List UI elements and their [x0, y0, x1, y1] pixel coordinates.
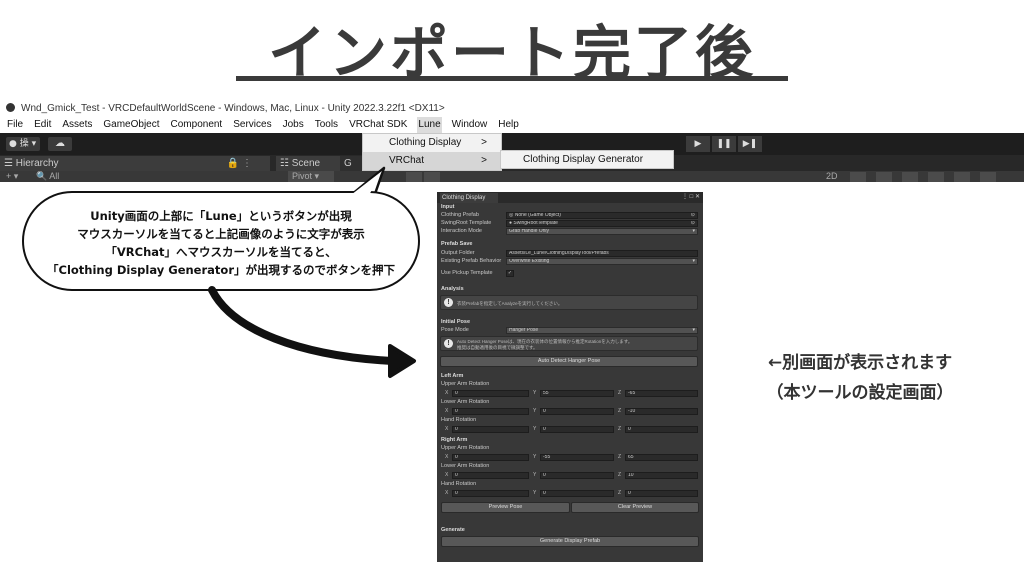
output-folder-field[interactable]: Assets/Le_Lune/ClothingDisplayTool/Prefa…	[506, 250, 698, 257]
axis-x-label: X	[445, 472, 449, 478]
field-value: SwingRootTemplate	[513, 220, 558, 226]
right-lower-x-field[interactable]: 0	[452, 472, 529, 479]
analysis-helpbox: ! 衣装Prefabを指定してAnalyzeを実行してください。	[440, 295, 698, 310]
pose-helpbox: ! Auto Detect Hanger Poseは、現在の衣装体の位置情報から…	[440, 336, 698, 351]
left-upper-arm-label: Upper Arm Rotation	[441, 381, 490, 387]
side-note-line-1: ←別画面が表示されます	[767, 353, 953, 373]
pose-help-text-1: Auto Detect Hanger Poseは、現在の衣装体の位置情報から推定…	[457, 339, 633, 344]
window-header: Clothing Display ⋮ □ ✕	[437, 192, 703, 203]
axis-x-label: X	[445, 454, 449, 460]
clear-preview-button[interactable]: Clear Preview	[571, 502, 699, 513]
axis-x-label: X	[445, 390, 449, 396]
left-lower-x-field[interactable]: 0	[452, 408, 529, 415]
right-lower-y-field[interactable]: 0	[540, 472, 614, 479]
right-upper-arm-label: Upper Arm Rotation	[441, 445, 490, 451]
object-picker-icon[interactable]: ⊙	[691, 213, 695, 218]
axis-y-label: Y	[533, 426, 537, 432]
generate-header: Generate	[441, 527, 465, 533]
pickup-template-label: Use Pickup Template	[441, 270, 493, 276]
axis-z-label: Z	[618, 408, 622, 414]
axis-z-label: Z	[618, 490, 622, 496]
right-lower-arm-label: Lower Arm Rotation	[441, 463, 490, 469]
interaction-mode-dropdown[interactable]: Grab Handle Only ▾	[506, 228, 698, 235]
axis-x-label: X	[445, 426, 449, 432]
swingroot-label: SwingRoot Template	[441, 220, 492, 226]
right-upper-z-field[interactable]: 65	[625, 454, 698, 461]
output-folder-label: Output Folder	[441, 250, 475, 256]
swingroot-field[interactable]: ● SwingRootTemplate ⊙	[506, 220, 698, 227]
axis-y-label: Y	[533, 490, 537, 496]
axis-z-label: Z	[618, 472, 622, 478]
axis-z-label: Z	[618, 426, 622, 432]
left-lower-arm-label: Lower Arm Rotation	[441, 399, 490, 405]
left-upper-x-field[interactable]: 0	[452, 390, 529, 397]
right-hand-x-field[interactable]: 0	[452, 490, 529, 497]
right-upper-y-field[interactable]: -55	[540, 454, 614, 461]
left-hand-y-field[interactable]: 0	[540, 426, 614, 433]
left-arm-header: Left Arm	[441, 373, 464, 379]
object-picker-icon[interactable]: ⊙	[691, 221, 695, 226]
left-lower-z-field[interactable]: -10	[625, 408, 698, 415]
preview-pose-button[interactable]: Preview Pose	[441, 502, 570, 513]
pose-mode-label: Pose Mode	[441, 327, 469, 333]
left-upper-z-field[interactable]: -65	[625, 390, 698, 397]
right-hand-z-field[interactable]: 0	[625, 490, 698, 497]
left-upper-y-field[interactable]: 55	[540, 390, 614, 397]
field-value: Grab Handle Only	[509, 228, 550, 234]
right-arm-header: Right Arm	[441, 437, 468, 443]
auto-detect-hanger-pose-button[interactable]: Auto Detect Hanger Pose	[440, 356, 698, 367]
existing-behavior-dropdown[interactable]: Overwrite Existing ▾	[506, 258, 698, 265]
field-value: Overwrite Existing	[509, 258, 550, 264]
left-hand-z-field[interactable]: 0	[625, 426, 698, 433]
window-controls[interactable]: ⋮ □ ✕	[682, 192, 700, 203]
field-value: Hanger Pose	[509, 327, 539, 333]
side-note-line-2: （本ツールの設定画面）	[766, 383, 954, 403]
analysis-help-text: 衣装Prefabを指定してAnalyzeを実行してください。	[457, 301, 563, 306]
initial-pose-header: Initial Pose	[441, 319, 471, 325]
clothing-prefab-label: Clothing Prefab	[441, 212, 479, 218]
pose-help-text-2: 推奨は自動適用後の目視で微調整です。	[457, 345, 538, 350]
input-header: Input	[441, 204, 455, 210]
clothing-display-window: Clothing Display ⋮ □ ✕ Input Clothing Pr…	[437, 192, 703, 562]
pickup-template-checkbox[interactable]: ✓	[506, 270, 514, 277]
axis-x-label: X	[445, 408, 449, 414]
axis-y-label: Y	[533, 408, 537, 414]
interaction-mode-label: Interaction Mode	[441, 228, 482, 234]
right-hand-label: Hand Rotation	[441, 481, 477, 487]
chevron-down-icon: ▾	[692, 228, 695, 234]
clothing-prefab-field[interactable]: ◎ None (Game Object) ⊙	[506, 212, 698, 219]
axis-z-label: Z	[618, 454, 622, 460]
chevron-down-icon: ▾	[692, 327, 695, 333]
generate-display-prefab-button[interactable]: Generate Display Prefab	[441, 536, 699, 547]
right-lower-z-field[interactable]: 10	[625, 472, 698, 479]
left-hand-label: Hand Rotation	[441, 417, 477, 423]
axis-z-label: Z	[618, 390, 622, 396]
left-hand-x-field[interactable]: 0	[452, 426, 529, 433]
field-value: None (Game Object)	[514, 212, 561, 218]
prefab-save-header: Prefab Save	[441, 241, 473, 247]
pose-mode-dropdown[interactable]: Hanger Pose ▾	[506, 327, 698, 334]
info-icon: !	[444, 339, 453, 348]
axis-x-label: X	[445, 490, 449, 496]
existing-behavior-label: Existing Prefab Behavior	[441, 258, 502, 264]
window-tab[interactable]: Clothing Display	[440, 193, 498, 203]
analysis-header: Analysis	[441, 286, 464, 292]
right-upper-x-field[interactable]: 0	[452, 454, 529, 461]
axis-y-label: Y	[533, 390, 537, 396]
right-hand-y-field[interactable]: 0	[540, 490, 614, 497]
axis-y-label: Y	[533, 472, 537, 478]
chevron-down-icon: ▾	[692, 258, 695, 264]
side-note: ←別画面が表示されます （本ツールの設定画面）	[730, 348, 990, 408]
left-lower-y-field[interactable]: 0	[540, 408, 614, 415]
info-icon: !	[444, 298, 453, 307]
axis-y-label: Y	[533, 454, 537, 460]
